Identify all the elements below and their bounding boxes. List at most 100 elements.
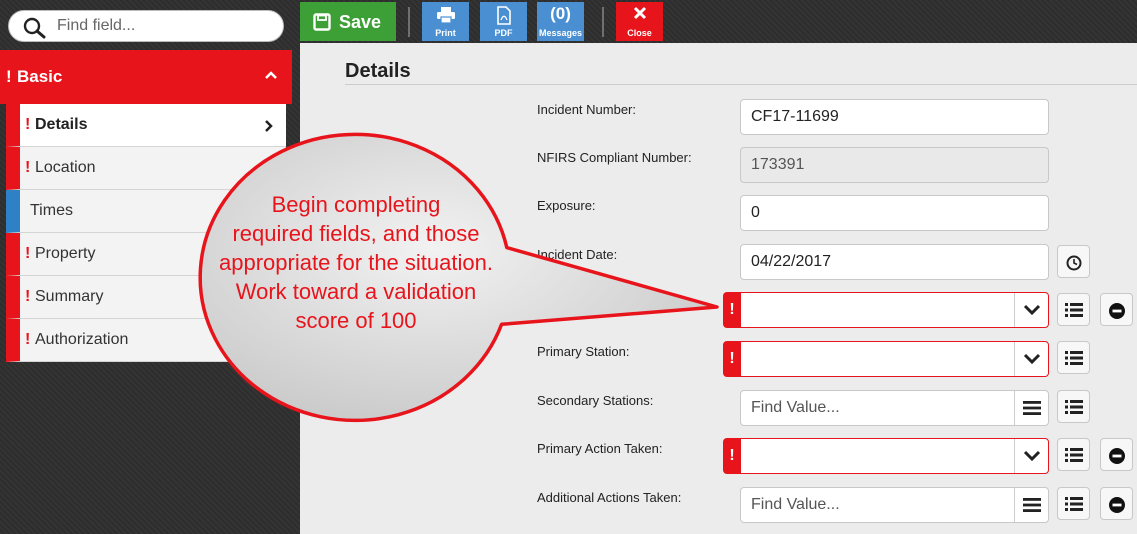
required-indicator: ! — [723, 292, 741, 328]
print-button[interactable]: Print — [422, 2, 469, 41]
additional-actions-label: Additional Actions Taken: — [537, 490, 682, 505]
primary-action-select[interactable]: ! — [723, 438, 1049, 474]
find-field-input[interactable] — [57, 11, 272, 41]
nav-item-label: Summary — [35, 288, 104, 305]
list-button[interactable] — [1057, 293, 1090, 326]
dropdown-toggle[interactable] — [1014, 342, 1048, 376]
nfirs-number-field: 173391 — [740, 147, 1049, 183]
messages-label: Messages — [538, 28, 583, 38]
search-icon — [23, 17, 46, 39]
minus-circle-icon — [1109, 448, 1125, 464]
incident-date-field[interactable]: 04/22/2017 — [740, 244, 1049, 280]
required-indicator: ! — [723, 438, 741, 474]
nav-item-label: Authorization — [35, 331, 129, 348]
print-label: Print — [435, 28, 456, 38]
incident-number-label: Incident Number: — [537, 102, 636, 117]
nav-item-details[interactable]: ! Details — [6, 104, 286, 147]
callout-text: Begin completing required fields, and th… — [200, 190, 512, 335]
toolbar: Save Print PDF (0) Messages Close — [300, 0, 1137, 43]
remove-button[interactable] — [1100, 438, 1133, 471]
required-indicator: ! — [6, 67, 12, 86]
list-icon — [1065, 400, 1083, 414]
menu-toggle[interactable] — [1014, 391, 1048, 425]
title-divider — [345, 84, 1137, 85]
remove-button[interactable] — [1100, 487, 1133, 520]
callout-line: appropriate for the situation. — [219, 250, 493, 275]
close-label: Close — [627, 28, 652, 38]
callout-line: score of 100 — [295, 308, 417, 333]
menu-toggle[interactable] — [1014, 488, 1048, 522]
messages-count: (0) — [550, 4, 571, 23]
nfirs-number-label: NFIRS Compliant Number: — [537, 150, 692, 165]
dropdown-toggle[interactable] — [1014, 439, 1048, 473]
required-indicator: ! — [25, 245, 31, 262]
find-field-search[interactable] — [8, 10, 284, 42]
required-indicator: ! — [25, 331, 31, 348]
incident-date-label: Incident Date: — [537, 247, 618, 262]
clock-button[interactable] — [1057, 245, 1090, 278]
chevron-down-icon — [1023, 353, 1041, 365]
section-header-basic[interactable]: ! Basic — [0, 50, 292, 104]
chevron-up-icon — [265, 71, 277, 79]
callout-line: required fields, and those — [232, 221, 480, 246]
messages-button[interactable]: (0) Messages — [537, 2, 584, 41]
nav-item-label: Property — [35, 245, 96, 262]
incident-number-field[interactable]: CF17-11699 — [740, 99, 1049, 135]
list-button[interactable] — [1057, 341, 1090, 374]
remove-button[interactable] — [1100, 293, 1133, 326]
toolbar-divider — [602, 7, 604, 37]
chevron-down-icon — [1023, 450, 1041, 462]
page-title: Details — [345, 60, 411, 82]
primary-station-select[interactable]: ! — [723, 341, 1049, 377]
list-icon — [1065, 497, 1083, 511]
secondary-stations-label: Secondary Stations: — [537, 393, 654, 408]
minus-circle-icon — [1109, 303, 1125, 319]
section-title: Basic — [17, 67, 63, 86]
list-button[interactable] — [1057, 390, 1090, 423]
select-box[interactable] — [740, 292, 1049, 328]
clock-icon — [1066, 255, 1082, 271]
required-indicator: ! — [25, 116, 31, 133]
select-box[interactable] — [740, 341, 1049, 377]
secondary-stations-field[interactable] — [740, 390, 1049, 426]
printer-icon — [436, 7, 455, 24]
required-select-unlabeled[interactable]: ! — [723, 292, 1049, 328]
toolbar-divider — [408, 7, 410, 37]
floppy-disk-icon — [313, 13, 331, 31]
chevron-right-icon — [265, 120, 273, 132]
close-button[interactable]: Close — [616, 2, 663, 41]
pdf-button[interactable]: PDF — [480, 2, 527, 41]
secondary-stations-input[interactable] — [751, 391, 1011, 425]
additional-actions-input[interactable] — [751, 488, 1011, 522]
pdf-label: PDF — [494, 28, 513, 38]
primary-action-label: Primary Action Taken: — [537, 441, 663, 456]
nav-item-location[interactable]: ! Location — [6, 147, 286, 190]
list-button[interactable] — [1057, 438, 1090, 471]
callout-line: Begin completing — [271, 192, 441, 217]
save-button[interactable]: Save — [300, 2, 396, 41]
hamburger-icon — [1023, 498, 1041, 512]
hamburger-icon — [1023, 401, 1041, 415]
pdf-file-icon — [496, 6, 511, 25]
chevron-down-icon — [1023, 304, 1041, 316]
callout-line: Work toward a validation — [235, 279, 477, 304]
close-icon — [633, 6, 646, 20]
primary-station-label: Primary Station: — [537, 344, 630, 359]
required-indicator: ! — [25, 288, 31, 305]
minus-circle-icon — [1109, 497, 1125, 513]
exposure-field[interactable]: 0 — [740, 195, 1049, 231]
save-label: Save — [339, 12, 382, 32]
list-icon — [1065, 351, 1083, 365]
required-indicator: ! — [723, 341, 741, 377]
list-button[interactable] — [1057, 487, 1090, 520]
list-icon — [1065, 303, 1083, 317]
nav-item-label: Details — [35, 116, 88, 133]
required-indicator: ! — [25, 159, 31, 176]
exposure-label: Exposure: — [537, 198, 596, 213]
nav-item-label: Location — [35, 159, 96, 176]
dropdown-toggle[interactable] — [1014, 293, 1048, 327]
list-icon — [1065, 448, 1083, 462]
additional-actions-field[interactable] — [740, 487, 1049, 523]
nav-item-label: Times — [30, 202, 73, 219]
select-box[interactable] — [740, 438, 1049, 474]
